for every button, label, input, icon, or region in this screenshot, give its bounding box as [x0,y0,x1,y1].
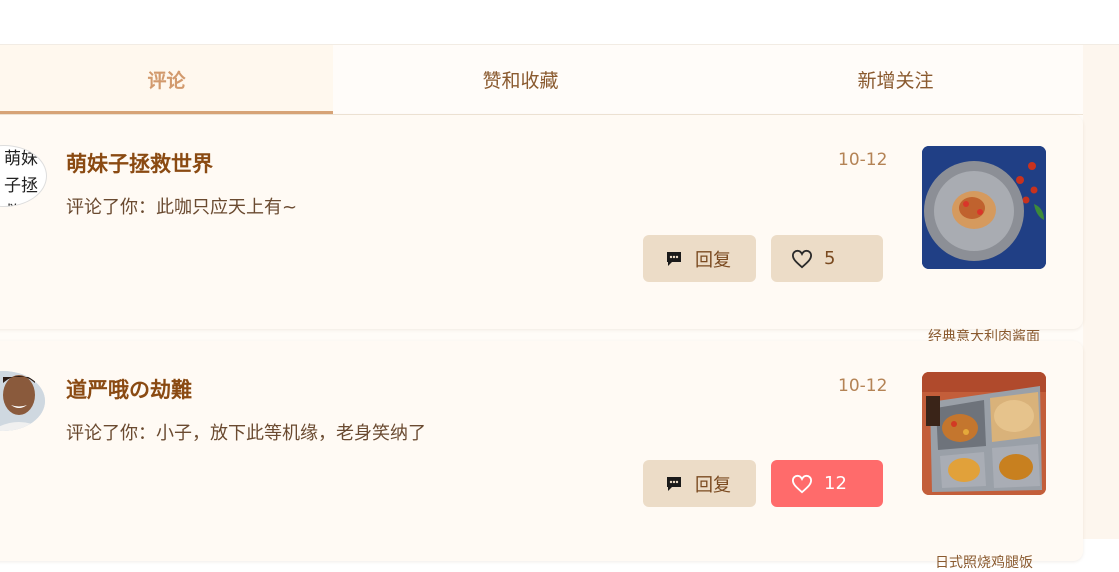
like-count: 12 [824,473,847,494]
tab-likes-favorites[interactable]: 赞和收藏 [333,45,708,114]
top-bar [0,0,1119,45]
notifications-panel: 评论 赞和收藏 新增关注 萌妹子拯救世界 萌妹子拯救世界 10-12 评论了你：… [0,45,1083,571]
reply-button[interactable]: 回复 [643,235,756,282]
chat-bubble-icon [667,251,681,266]
avatar[interactable]: 萌妹子拯救世界 [0,145,47,207]
tab-comments[interactable]: 评论 [0,45,333,114]
comment-username[interactable]: 道严哦の劫難 [66,374,192,404]
dish-caption[interactable]: 日式照烧鸡腿饭 [900,552,1068,572]
heart-icon [791,474,813,493]
notification-tabs: 评论 赞和收藏 新增关注 [0,45,1083,115]
dish-image[interactable] [922,146,1046,269]
comment-date: 10-12 [838,150,888,170]
dish-image[interactable] [922,372,1046,495]
comment-text: 评论了你：小子，放下此等机缘，老身笑纳了 [66,423,426,444]
reply-label: 回复 [695,249,731,271]
curry-plate-image [922,372,1046,495]
chat-bubble-icon [667,476,681,491]
reply-button[interactable]: 回复 [643,460,756,507]
like-count: 5 [824,248,836,269]
like-button[interactable]: 12 [771,460,883,507]
like-button[interactable]: 5 [771,235,883,282]
heart-icon [791,249,813,268]
comment-text: 评论了你：此咖只应天上有~ [66,197,298,218]
tab-new-followers[interactable]: 新增关注 [708,45,1083,114]
comment-username[interactable]: 萌妹子拯救世界 [66,148,213,178]
right-panel-edge [1083,45,1119,539]
comment-date: 10-12 [838,376,888,396]
reply-label: 回复 [695,474,731,496]
avatar-alt-text: 萌妹子拯救世界 [4,149,38,206]
pasta-plate-image [922,146,1046,269]
active-tab-indicator [0,111,333,114]
